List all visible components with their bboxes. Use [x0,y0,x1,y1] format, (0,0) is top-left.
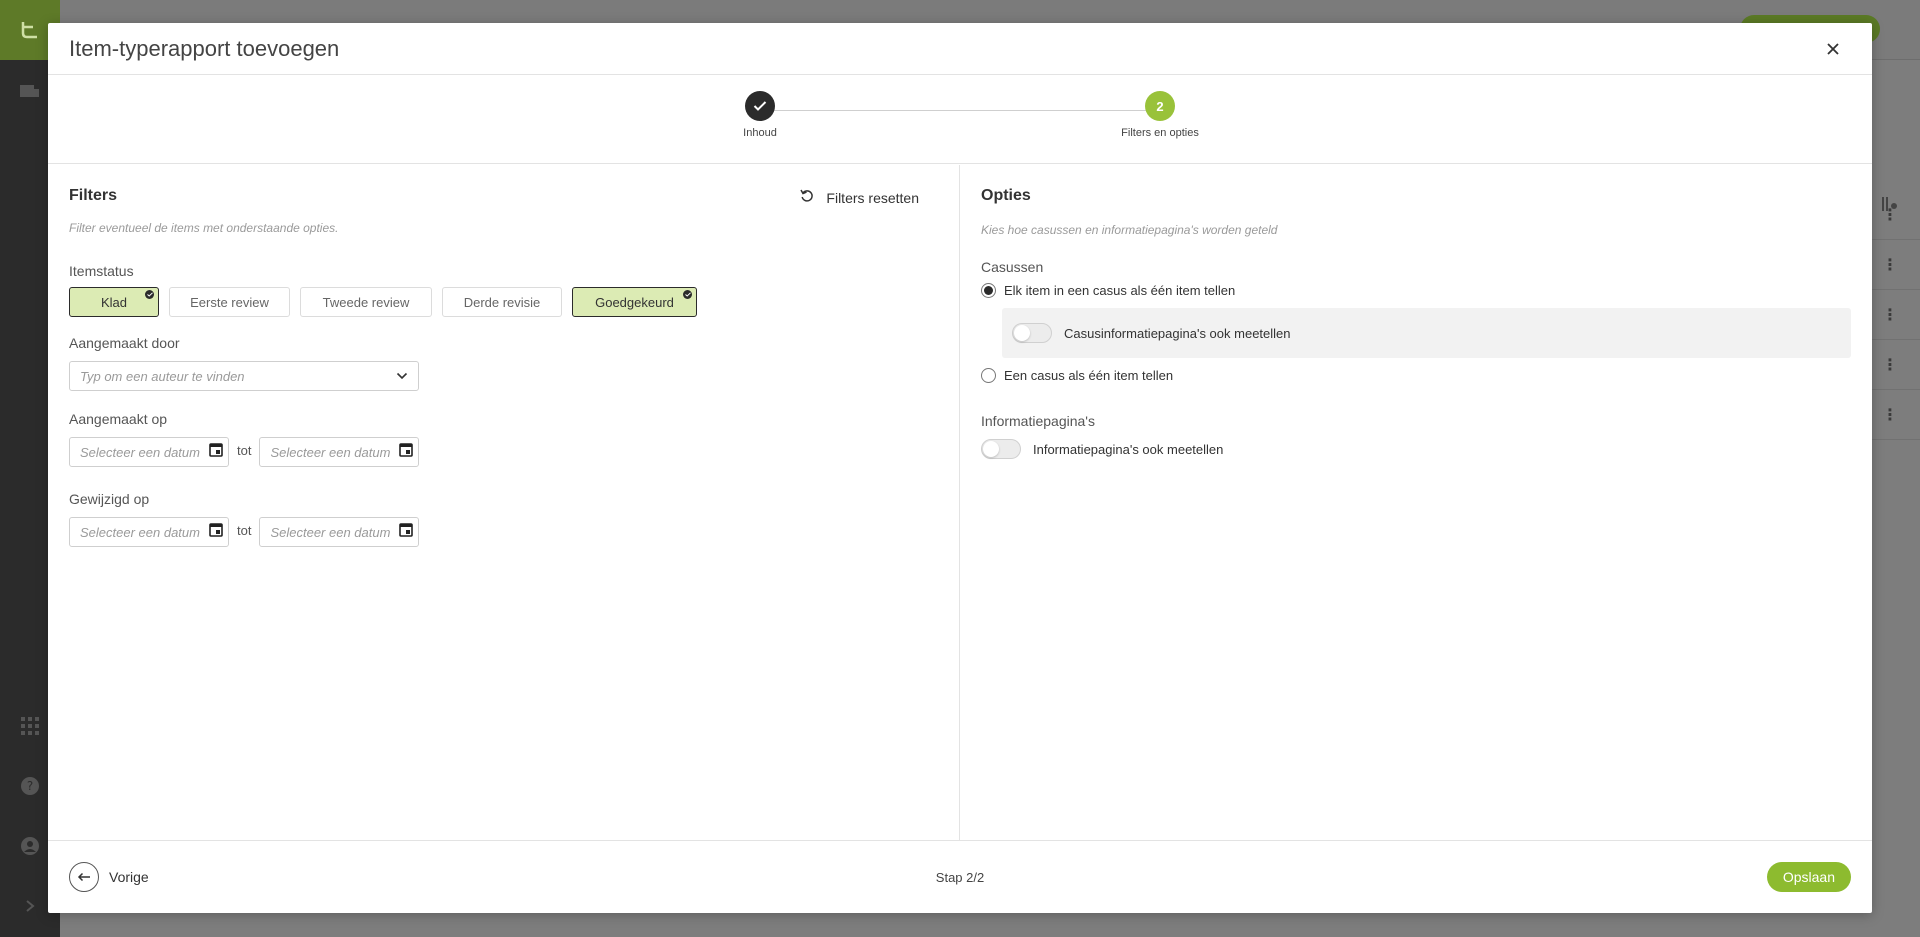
svg-text:?: ? [27,779,33,793]
radio-each-item-option[interactable]: Elk item in een casus als één item telle… [981,283,1851,298]
status-chip-klad[interactable]: Klad [69,287,159,317]
account-icon[interactable] [18,834,42,858]
created-to-date-input[interactable]: Selecteer een datum [259,437,420,467]
status-chip-eerste-review[interactable]: Eerste review [169,287,290,317]
case-info-toggle-label: Casusinformatiepagina's ook meetellen [1064,325,1291,341]
chip-label: Eerste review [190,294,269,310]
step-number: 2 [1145,91,1175,121]
cases-label: Casussen [981,259,1044,275]
chevron-down-icon [396,367,408,385]
step-filters-en-opties[interactable]: 2 Filters en opties [1100,91,1220,139]
case-info-toggle[interactable] [1012,323,1052,343]
stepper: Inhoud 2 Filters en opties [48,75,1872,164]
to-label: tot [237,442,252,458]
filters-panel: Filters Filters resetten Filter eventuee… [48,165,960,840]
check-icon [145,290,154,299]
status-chip-tweede-review[interactable]: Tweede review [300,287,432,317]
author-placeholder: Typ om een auteur te vinden [80,368,245,384]
help-icon[interactable]: ? [18,774,42,798]
created-on-label: Aangemaakt op [69,411,168,427]
infopages-toggle[interactable] [981,439,1021,459]
calendar-icon [399,522,414,542]
chip-label: Klad [100,294,128,310]
calendar-icon [209,442,223,462]
infopages-toggle-label: Informatiepagina's ook meetellen [1033,441,1224,457]
apps-grid-icon[interactable] [18,714,42,738]
options-title: Opties [981,187,1031,204]
to-label: tot [237,522,252,538]
chip-label: Goedgekeurd [595,294,674,310]
close-icon[interactable] [1820,36,1846,62]
modal-footer: Vorige Stap 2/2 Opslaan [48,841,1872,913]
status-chip-goedgekeurd[interactable]: Goedgekeurd [572,287,697,317]
itemstatus-chips: Klad Eerste review Tweede review Derde r… [69,287,938,317]
step-label: Inhoud [743,127,777,139]
modified-to-date-input[interactable]: Selecteer een datum [259,517,420,547]
options-subtitle: Kies hoe casussen en informatiepagina's … [981,223,1278,237]
filters-subtitle: Filter eventueel de items met onderstaan… [69,221,339,235]
modified-on-range: Selecteer een datum tot Selecteer een da… [69,517,938,547]
created-from-date-input[interactable]: Selecteer een datum [69,437,229,467]
itemstatus-label: Itemstatus [69,263,134,279]
calendar-icon [399,442,414,462]
author-select[interactable]: Typ om een auteur te vinden [69,361,419,391]
check-icon [683,290,692,299]
add-report-modal: Item-typerapport toevoegen Inhoud 2 Filt… [48,23,1872,913]
reset-filters-button[interactable]: Filters resetten [800,189,919,206]
arrow-left-icon [69,862,99,892]
infopages-toggle-row: Informatiepagina's ook meetellen [981,439,1851,459]
step-label: Filters en opties [1121,127,1199,139]
check-icon [745,91,775,121]
created-on-range: Selecteer een datum tot Selecteer een da… [69,437,938,467]
radio-case-one-option[interactable]: Een casus als één item tellen [981,368,1851,383]
expand-sidebar-icon[interactable] [18,894,42,918]
modal-header: Item-typerapport toevoegen [48,23,1872,75]
reset-filters-label: Filters resetten [826,189,919,206]
date-placeholder: Selecteer een datum [80,444,200,460]
radio-button[interactable] [981,368,996,383]
step-inhoud[interactable]: Inhoud [700,91,820,139]
back-label: Vorige [109,869,149,885]
step-count: Stap 2/2 [935,869,985,885]
modified-on-label: Gewijzigd op [69,491,150,507]
date-placeholder: Selecteer een datum [270,524,391,540]
save-button[interactable]: Opslaan [1766,862,1851,892]
reports-icon[interactable] [18,78,42,102]
modal-title: Item-typerapport toevoegen [69,35,340,61]
options-panel: Opties Kies hoe casussen en informatiepa… [960,165,1872,840]
radio-case-one-label: Een casus als één item tellen [1004,368,1174,383]
chip-label: Derde revisie [463,294,541,310]
date-placeholder: Selecteer een datum [270,444,391,460]
modal-content: Filters Filters resetten Filter eventuee… [48,165,1872,841]
status-chip-derde-revisie[interactable]: Derde revisie [442,287,562,317]
calendar-icon [209,522,223,542]
chip-label: Tweede review [322,294,410,310]
back-button[interactable]: Vorige [69,862,149,892]
reset-icon [800,189,814,206]
infopages-label: Informatiepagina's [981,413,1095,429]
case-info-toggle-row: Casusinformatiepagina's ook meetellen [1002,308,1851,358]
radio-each-item-label: Elk item in een casus als één item telle… [1004,283,1236,298]
radio-button-checked[interactable] [981,283,996,298]
created-by-label: Aangemaakt door [69,335,180,351]
modified-from-date-input[interactable]: Selecteer een datum [69,517,229,547]
date-placeholder: Selecteer een datum [80,524,200,540]
